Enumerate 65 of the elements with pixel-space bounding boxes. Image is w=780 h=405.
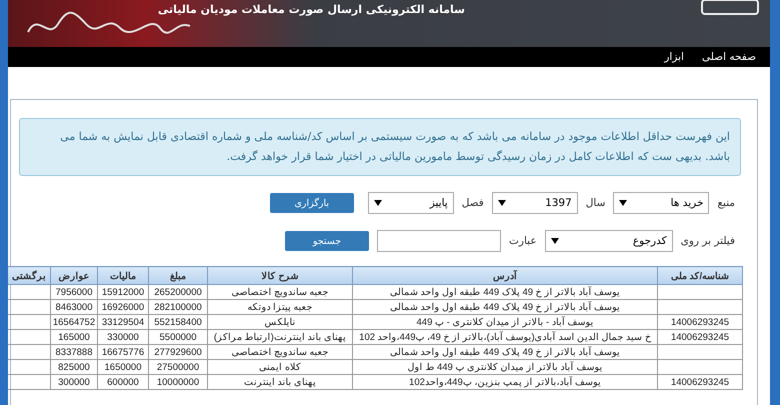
table-cell: 265200000 xyxy=(148,284,208,300)
table-cell: پهنای باند اینترنت(ارتباط مراکز) xyxy=(208,330,352,344)
column-header: شرح کالا xyxy=(208,266,352,284)
nav-link[interactable]: ابزار xyxy=(664,51,684,63)
table-cell: جعبه ساندویچ اختصاصی xyxy=(208,344,352,360)
table-cell: یوسف آباد بالاتر از خ 49 پلاک 449 طبقه اول واحد شمالی xyxy=(352,300,658,314)
caret-icon xyxy=(374,200,382,206)
select-field[interactable]: خرید ها xyxy=(613,192,710,214)
select-field[interactable]: 1397 xyxy=(492,192,578,214)
table-cell: 7956000 xyxy=(50,284,98,300)
table-cell: پهنای باند اینترنت xyxy=(208,374,352,390)
table-cell: 825000 xyxy=(50,360,98,374)
table-cell: 33129504 xyxy=(98,314,148,330)
table-cell: 8463000 xyxy=(50,300,98,314)
table-cell: 300000 xyxy=(50,374,98,390)
table-cell: کلاه ایمنی xyxy=(208,360,352,374)
table-cell: یوسف آباد بالاتر از خ 49 پلاک 449 طبقه اول واحد شمالی xyxy=(352,344,658,360)
table-cell: 165000 xyxy=(50,330,98,344)
table-cell: 277929600 xyxy=(148,344,208,360)
column-header: شناسه/کد ملی xyxy=(658,266,742,284)
info-notice: این فهرست حداقل اطلاعات موجود در سامانه می باشد که به صورت سیستمی بر اساس کد/شناسه ملی و شماره اقتصادی قابل نمایش به شما می باشد. بدیهی ست که اطلاعات کامل در زمان رسیدگی توسط مامورین مالیاتی در اختیار شما قرار خواهد گرفت. xyxy=(19,118,741,176)
table-cell: 552158400 xyxy=(148,314,208,330)
table-cell: 16564752 xyxy=(50,314,98,330)
caret-icon xyxy=(498,200,506,206)
table-cell: 1650000 xyxy=(98,360,148,374)
column-header: عوارض xyxy=(50,266,98,284)
table-cell: یوسف آباد،بالاتر از پمپ بنزین، پ449،واحد102 xyxy=(352,374,658,390)
field-label: سال xyxy=(586,197,606,209)
column-header: برگشتی xyxy=(8,266,50,284)
table-cell: 330000 xyxy=(98,330,148,344)
table-cell: 15912000 xyxy=(98,284,148,300)
select-field[interactable]: کدرجوع xyxy=(544,230,673,252)
table-cell: 282100000 xyxy=(148,300,208,314)
load-button[interactable]: بارگزاری xyxy=(270,193,354,213)
table-cell: 600000 xyxy=(98,374,148,390)
table-cell: 14006293245 xyxy=(658,314,742,330)
column-header: آدرس xyxy=(352,266,658,284)
table-cell: 10000000 xyxy=(148,374,208,390)
search-button[interactable]: جستجو xyxy=(285,231,370,251)
nav-link[interactable]: صفحه اصلی xyxy=(702,51,756,63)
table-cell: جعبه پیتزا دوتکه xyxy=(208,300,352,314)
caret-icon xyxy=(619,200,628,206)
select-field[interactable]: پاییز xyxy=(368,192,454,214)
column-header: مالیات xyxy=(98,266,148,284)
table-cell: 16675776 xyxy=(98,344,148,360)
field-label: فیلتر بر روی xyxy=(680,235,735,247)
table-cell: 27500000 xyxy=(148,360,208,374)
table-cell: جعبه ساندویچ اختصاصی xyxy=(208,284,352,300)
table-cell: خ سید جمال الدین اسد آبادی(یوسف آباد)،بالاتر از خ 49، پ449،واحد 102 xyxy=(352,330,658,344)
field-label: فصل xyxy=(462,197,484,209)
search-field[interactable] xyxy=(377,230,502,252)
field-label: عبارت xyxy=(509,235,537,247)
table-cell: 16926000 xyxy=(98,300,148,314)
table-cell: 8337888 xyxy=(50,344,98,360)
table-cell: 14006293245 xyxy=(658,374,742,390)
table-cell: یوسف آباد بالاتر از خ 49 پلاک 449 طبقه اول واحد شمالی xyxy=(352,284,658,300)
table-cell: 14006293245 xyxy=(658,330,742,344)
column-header: مبلغ xyxy=(148,266,208,284)
field-label: منبع xyxy=(717,197,735,209)
table-cell: یوسف آباد - بالاتر از میدان کلانتری - پ 449 xyxy=(352,314,658,330)
table-cell: 5500000 xyxy=(148,330,208,344)
table-cell: یوسف آباد بالاتر از میدان کلانتری پ 449 ط اول xyxy=(352,360,658,374)
caret-icon xyxy=(550,238,559,244)
header-subtitle: سامانه الکترونیکی ارسال صورت معاملات مودیان مالیاتی xyxy=(158,3,465,16)
table-cell: نایلکس xyxy=(208,314,352,330)
